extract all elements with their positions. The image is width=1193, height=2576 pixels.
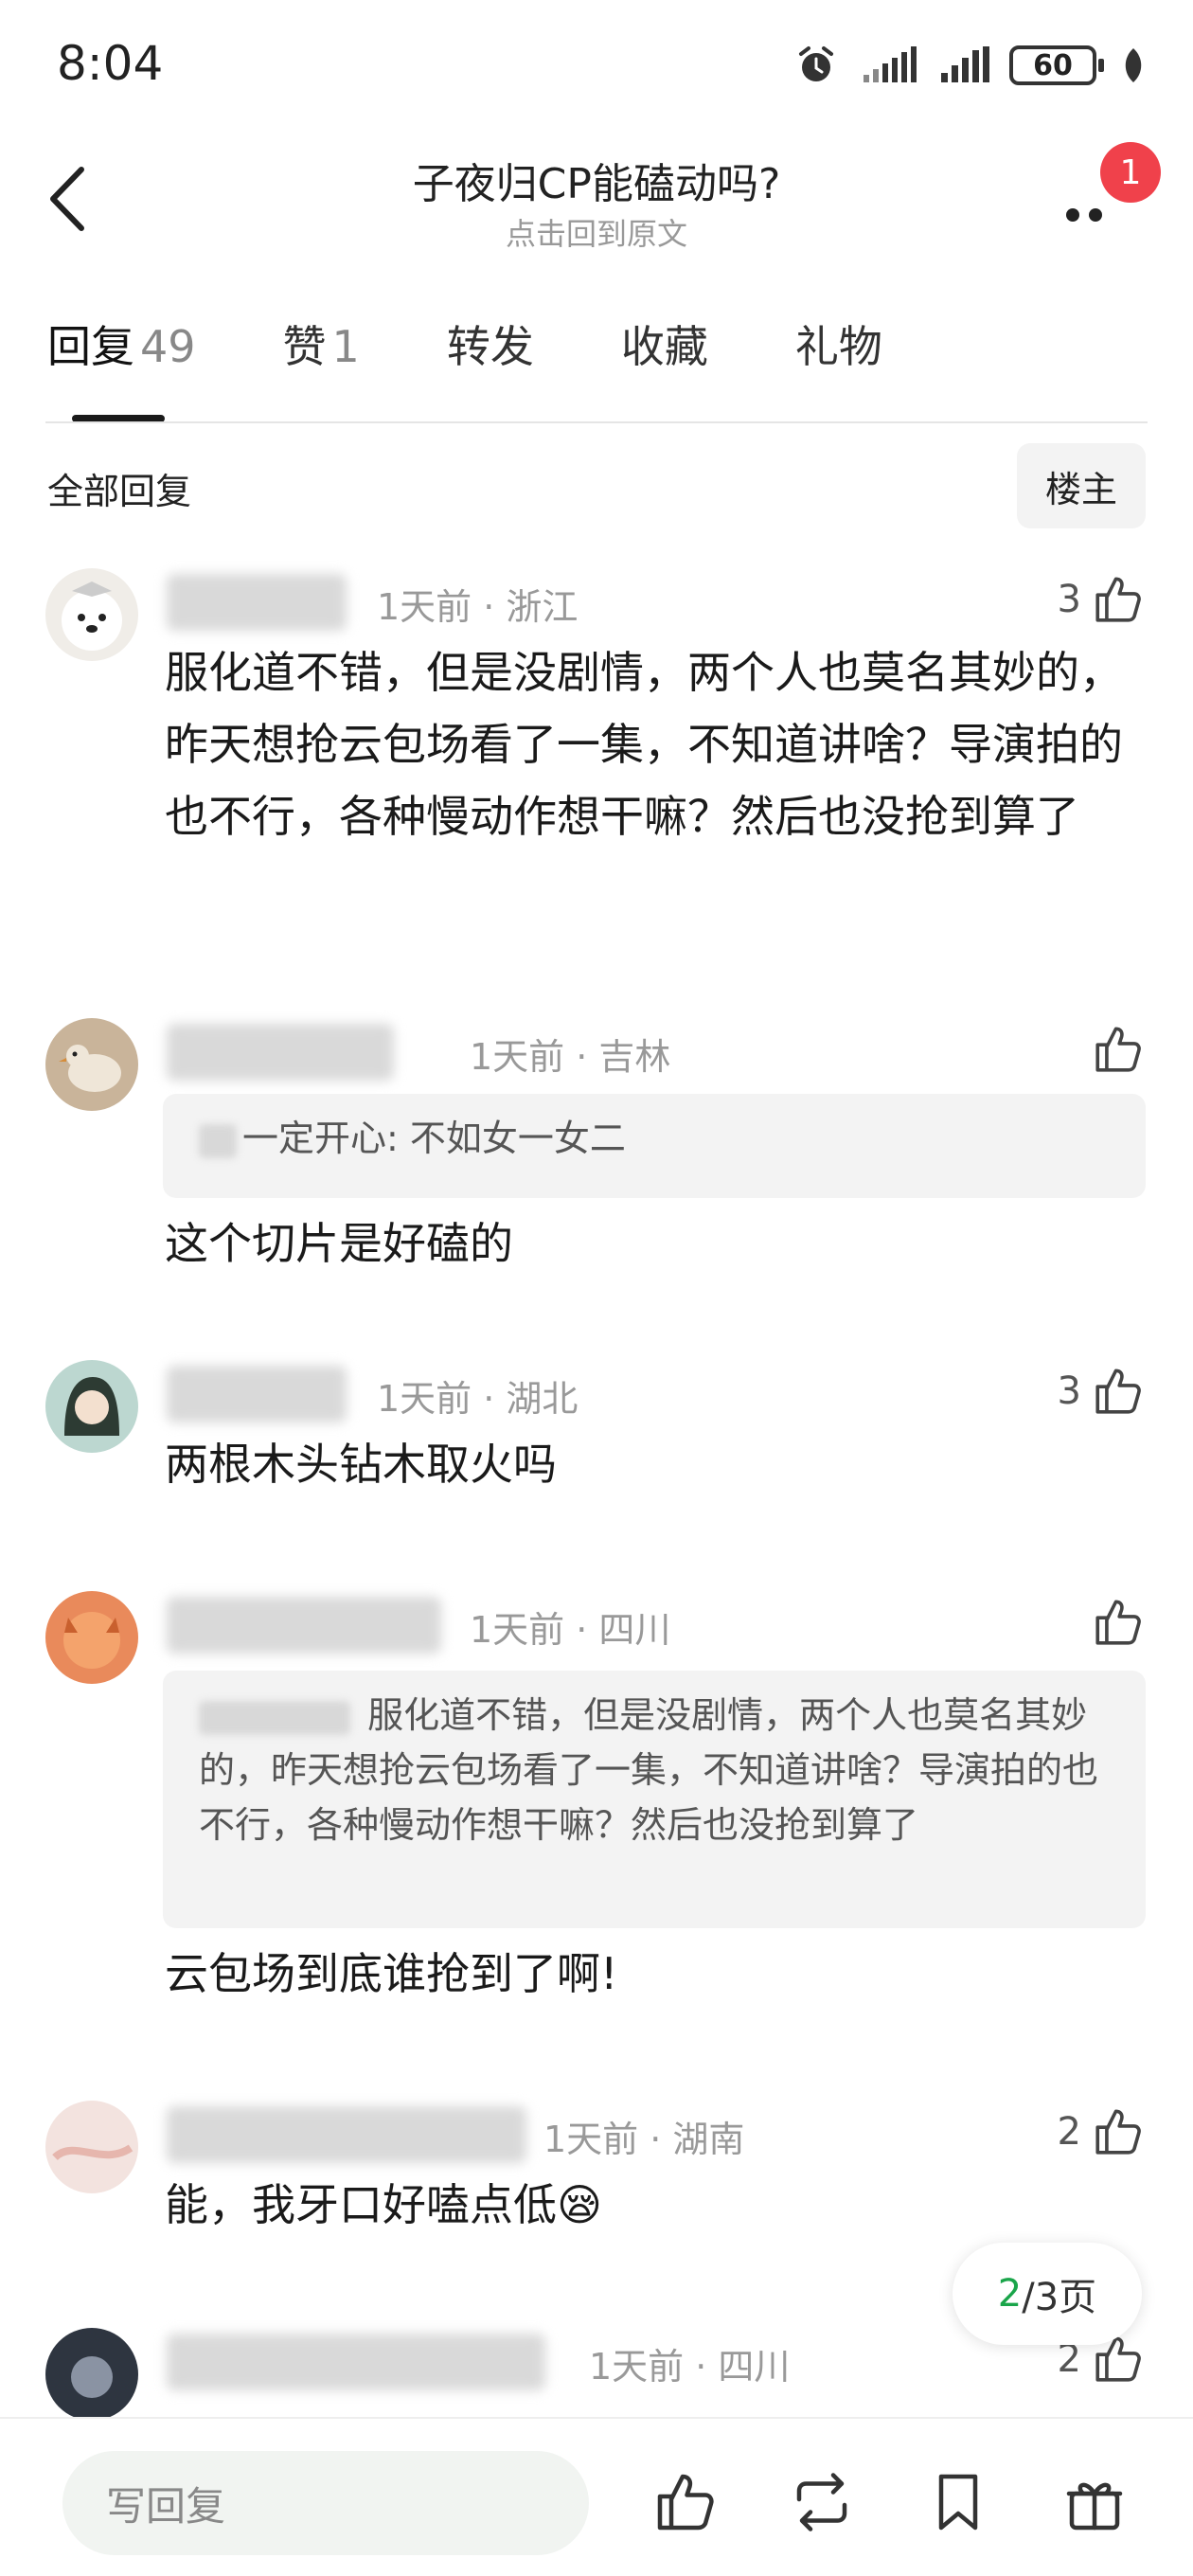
- comment-text: 这个切片是好磕的: [165, 1218, 513, 1269]
- username-blurred[interactable]: [167, 1366, 347, 1422]
- avatar[interactable]: [45, 1591, 138, 1684]
- like-button[interactable]: 3: [1058, 572, 1146, 627]
- page-total: /3页: [1022, 2276, 1097, 2319]
- avatar[interactable]: [45, 568, 138, 661]
- signal-icon-sim2: [941, 46, 989, 82]
- thumbs-up-icon: [1095, 2109, 1141, 2155]
- page-title[interactable]: 子夜归CP能磕动吗?: [0, 150, 1193, 210]
- comment-meta: 1天前 · 四川: [470, 1609, 671, 1651]
- gift-icon[interactable]: [1060, 2468, 1129, 2536]
- dog-avatar-icon: [62, 581, 122, 651]
- username-blurred[interactable]: [167, 1024, 394, 1081]
- like-count: 3: [1057, 1369, 1081, 1413]
- avatar[interactable]: [45, 1018, 138, 1111]
- thumbs-up-icon: [1095, 1600, 1141, 1645]
- comment-meta: 1天前 · 湖北: [377, 1378, 579, 1420]
- thumbs-up-icon: [1095, 577, 1141, 622]
- reply-input[interactable]: 写回复: [62, 2451, 589, 2555]
- quoted-text: 不如女一女二: [409, 1118, 626, 1159]
- avatar[interactable]: [45, 2101, 138, 2193]
- quoted-prefix: 一定开心:: [242, 1118, 399, 1159]
- leaf-icon: [1125, 48, 1142, 82]
- back-to-original-link[interactable]: 点击回到原文: [0, 210, 1193, 254]
- quoted-reply[interactable]: 一定开心: 不如女一女二: [163, 1094, 1146, 1198]
- sleepy-emoji-icon: 😪: [557, 2179, 602, 2230]
- notification-badge[interactable]: 1: [1100, 142, 1161, 203]
- thumbs-up-icon: [1095, 1368, 1141, 1414]
- abstract-avatar-icon: [52, 2144, 134, 2161]
- header: 子夜归CP能磕动吗? 点击回到原文 1: [0, 133, 1193, 275]
- alarm-icon: [799, 46, 833, 81]
- fox-avatar-icon: [63, 1612, 120, 1669]
- comment-text: 能，我牙口好嗑点低😪: [165, 2179, 602, 2230]
- bookmark-icon[interactable]: [924, 2468, 992, 2536]
- bird-avatar-icon: [59, 1045, 121, 1092]
- battery-indicator: 60: [1009, 45, 1104, 85]
- like-button[interactable]: [1091, 1022, 1146, 1077]
- like-button[interactable]: 2: [1058, 2104, 1146, 2159]
- comment-meta: 1天前 · 湖南: [543, 2119, 745, 2160]
- comment-text: 两根木头钻木取火吗: [165, 1439, 557, 1490]
- tabs-divider: [45, 421, 1148, 423]
- avatar[interactable]: [45, 2328, 138, 2421]
- comment-meta: 1天前 · 吉林: [470, 1036, 671, 1078]
- page-indicator[interactable]: 2/3页: [953, 2243, 1142, 2345]
- thumbs-up-icon[interactable]: [651, 2468, 720, 2536]
- status-time: 8:04: [57, 36, 164, 91]
- signal-icon-sim1: [864, 46, 917, 82]
- comment-meta: 1天前 · 浙江: [377, 586, 579, 628]
- tab-bar: 回复 49 赞1 转发 收藏 礼物: [47, 313, 970, 426]
- comment-text: 云包场到底谁抢到了啊!: [165, 1948, 618, 1999]
- thumbs-up-icon: [1095, 1027, 1141, 1072]
- op-only-filter-button[interactable]: 楼主: [1017, 443, 1146, 528]
- all-replies-label: 全部回复: [47, 471, 192, 512]
- status-icons: 60: [795, 42, 1146, 89]
- like-button[interactable]: 3: [1058, 1364, 1146, 1419]
- status-bar: 8:04 60: [0, 0, 1193, 133]
- tab-reposts[interactable]: 转发: [447, 313, 534, 426]
- like-button[interactable]: [1091, 1595, 1146, 1650]
- page-current: 2: [997, 2272, 1023, 2316]
- comment-meta: 1天前 · 四川: [589, 2346, 791, 2388]
- like-count: 3: [1057, 578, 1081, 621]
- username-blurred[interactable]: [167, 574, 347, 631]
- bottom-action-bar: 写回复: [0, 2417, 1193, 2576]
- tab-replies[interactable]: 回复 49: [47, 313, 196, 426]
- quoted-username-blurred: [199, 1700, 350, 1735]
- avatar[interactable]: [45, 1360, 138, 1453]
- like-count: 2: [1057, 2110, 1081, 2154]
- more-options-button[interactable]: [1051, 189, 1117, 237]
- quoted-username-blurred: [199, 1123, 237, 1158]
- tab-gifts[interactable]: 礼物: [795, 313, 882, 426]
- dark-avatar-icon: [71, 2356, 113, 2398]
- character-avatar-icon: [64, 1377, 119, 1436]
- username-blurred[interactable]: [167, 2334, 545, 2390]
- repost-icon[interactable]: [788, 2468, 856, 2536]
- tab-favorites[interactable]: 收藏: [621, 313, 708, 426]
- more-dot: [1066, 208, 1079, 222]
- tab-likes[interactable]: 赞1: [283, 313, 360, 426]
- more-dot: [1089, 208, 1102, 222]
- username-blurred[interactable]: [167, 1597, 441, 1654]
- quoted-reply[interactable]: 服化道不错，但是没剧情，两个人也莫名其妙的，昨天想抢云包场看了一集，不知道讲啥？…: [163, 1671, 1146, 1928]
- username-blurred[interactable]: [167, 2106, 526, 2163]
- comment-text: 服化道不错，但是没剧情，两个人也莫名其妙的，昨天想抢云包场看了一集，不知道讲啥？…: [165, 647, 1123, 842]
